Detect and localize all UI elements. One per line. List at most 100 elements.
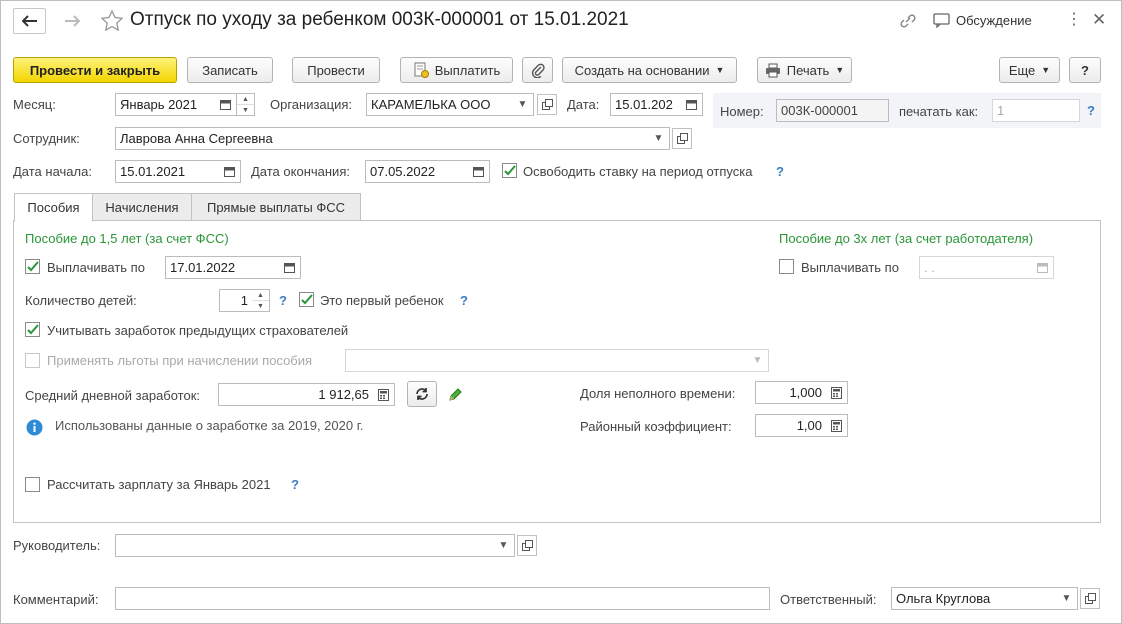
first-child-checkbox[interactable] — [299, 292, 314, 307]
open-icon[interactable] — [672, 128, 692, 149]
release-rate-label: Освободить ставку на период отпуска — [523, 164, 753, 179]
help-icon[interactable]: ? — [279, 293, 287, 308]
calc-salary-checkbox[interactable] — [25, 477, 40, 492]
pay-button[interactable]: Выплатить — [400, 57, 513, 83]
help-icon[interactable]: ? — [460, 293, 468, 308]
release-rate-checkbox[interactable] — [502, 163, 517, 178]
arrow-right-icon — [64, 15, 80, 27]
tab-benefits[interactable]: Пособия — [14, 193, 93, 222]
calculator-icon[interactable] — [373, 383, 395, 406]
create-based-on-button[interactable]: Создать на основании ▼ — [562, 57, 737, 83]
comment-field[interactable] — [115, 587, 770, 610]
month-spinner[interactable]: ▲ ▼ — [237, 93, 255, 116]
document-coin-icon — [414, 62, 429, 78]
more-button[interactable]: Еще ▼ — [999, 57, 1060, 83]
link-icon[interactable] — [899, 13, 917, 32]
print-as-label: печатать как: — [899, 104, 979, 119]
avg-earnings-field[interactable]: 1 912,65 — [218, 383, 374, 406]
employer-pay-until-field[interactable]: . . — [919, 256, 1033, 279]
forward-button[interactable] — [55, 8, 88, 34]
save-button[interactable]: Записать — [187, 57, 273, 83]
earnings-info-text: Использованы данные о заработке за 2019,… — [55, 418, 364, 433]
paperclip-icon — [531, 63, 545, 78]
spin-up-icon[interactable]: ▲ — [252, 290, 269, 301]
calendar-icon[interactable] — [219, 160, 241, 183]
post-button[interactable]: Провести — [292, 57, 380, 83]
number-field[interactable]: 003К-000001 — [776, 99, 889, 122]
organization-field[interactable]: КАРАМЕЛЬКА ООО — [366, 93, 513, 116]
calendar-icon[interactable] — [215, 93, 237, 116]
pay-until-label: Выплачивать по — [47, 260, 145, 275]
help-icon[interactable]: ? — [776, 164, 784, 179]
part-time-label: Доля неполного времени: — [580, 386, 736, 401]
checkmark-icon — [27, 324, 39, 335]
discussion-button[interactable]: Обсуждение — [933, 13, 1032, 28]
back-button[interactable] — [13, 8, 46, 34]
dropdown-arrow-icon[interactable]: ▼ — [648, 127, 670, 150]
close-icon[interactable]: ✕ — [1092, 11, 1106, 28]
pay-button-label: Выплатить — [434, 62, 501, 78]
prev-insurers-checkbox[interactable] — [25, 322, 40, 337]
end-date-field[interactable]: 07.05.2022 — [365, 160, 469, 183]
dropdown-arrow-icon[interactable]: ▼ — [493, 534, 515, 557]
info-icon — [26, 419, 43, 439]
employer-pay-until-checkbox[interactable] — [779, 259, 794, 274]
children-count-field[interactable]: 1 — [219, 289, 253, 312]
part-time-field[interactable]: 1,000 — [755, 381, 827, 404]
discussion-label: Обсуждение — [956, 13, 1032, 28]
date-field[interactable]: 15.01.202 — [610, 93, 682, 116]
open-icon[interactable] — [517, 535, 537, 556]
spin-down-icon[interactable]: ▼ — [237, 105, 254, 115]
calendar-icon[interactable] — [681, 93, 703, 116]
pay-until-field[interactable]: 17.01.2022 — [165, 256, 280, 279]
month-label: Месяц: — [13, 97, 56, 112]
dropdown-arrow-icon[interactable]: ▼ — [747, 349, 769, 372]
fss-benefit-heading: Пособие до 1,5 лет (за счет ФСС) — [25, 231, 229, 246]
privileges-label: Применять льготы при начислении пособия — [47, 353, 313, 368]
dropdown-arrow-icon[interactable]: ▼ — [512, 93, 534, 116]
calendar-icon[interactable] — [279, 256, 301, 279]
first-child-label: Это первый ребенок — [320, 293, 444, 308]
children-count-spinner[interactable]: ▲ ▼ — [252, 289, 270, 312]
favorite-star-icon[interactable] — [100, 9, 124, 34]
open-icon[interactable] — [1080, 588, 1100, 609]
calc-salary-label: Рассчитать зарплату за Январь 2021 — [47, 477, 271, 492]
spin-up-icon[interactable]: ▲ — [237, 94, 254, 105]
manager-field[interactable] — [115, 534, 494, 557]
prev-insurers-label: Учитывать заработок предыдущих страховат… — [47, 323, 349, 338]
responsible-field[interactable]: Ольга Круглова — [891, 587, 1057, 610]
edit-pencil-icon[interactable] — [447, 387, 463, 406]
print-button[interactable]: Печать ▼ — [757, 57, 852, 83]
month-field[interactable]: Январь 2021 — [115, 93, 216, 116]
attach-button[interactable] — [522, 57, 553, 83]
tab-accruals[interactable]: Начисления — [92, 193, 192, 221]
help-button[interactable]: ? — [1069, 57, 1101, 83]
dropdown-arrow-icon[interactable]: ▼ — [1056, 587, 1078, 610]
post-and-close-button[interactable]: Провести и закрыть — [13, 57, 177, 83]
privileges-checkbox[interactable] — [25, 353, 40, 368]
regional-coef-label: Районный коэффициент: — [580, 419, 732, 434]
manager-label: Руководитель: — [13, 538, 101, 553]
calendar-icon[interactable] — [468, 160, 490, 183]
calculator-icon[interactable] — [826, 414, 848, 437]
open-icon[interactable] — [537, 94, 557, 115]
chevron-down-icon: ▼ — [715, 65, 725, 75]
calculator-icon[interactable] — [826, 381, 848, 404]
pay-until-checkbox[interactable] — [25, 259, 40, 274]
print-as-field[interactable]: 1 — [992, 99, 1080, 122]
chevron-down-icon: ▼ — [1041, 65, 1051, 75]
help-icon[interactable]: ? — [291, 477, 299, 492]
employee-field[interactable]: Лаврова Анна Сергеевна — [115, 127, 650, 150]
privileges-field[interactable] — [345, 349, 748, 372]
refresh-button[interactable] — [407, 381, 437, 407]
responsible-label: Ответственный: — [780, 592, 877, 607]
regional-coef-field[interactable]: 1,00 — [755, 414, 827, 437]
more-menu-icon[interactable]: ⋮ — [1066, 12, 1082, 28]
calendar-icon[interactable] — [1032, 256, 1054, 279]
start-date-field[interactable]: 15.01.2021 — [115, 160, 220, 183]
help-icon[interactable]: ? — [1087, 103, 1095, 118]
refresh-icon — [416, 388, 428, 400]
create-based-on-label: Создать на основании — [574, 62, 710, 78]
tab-direct-payments[interactable]: Прямые выплаты ФСС — [191, 193, 361, 221]
spin-down-icon[interactable]: ▼ — [252, 301, 269, 311]
